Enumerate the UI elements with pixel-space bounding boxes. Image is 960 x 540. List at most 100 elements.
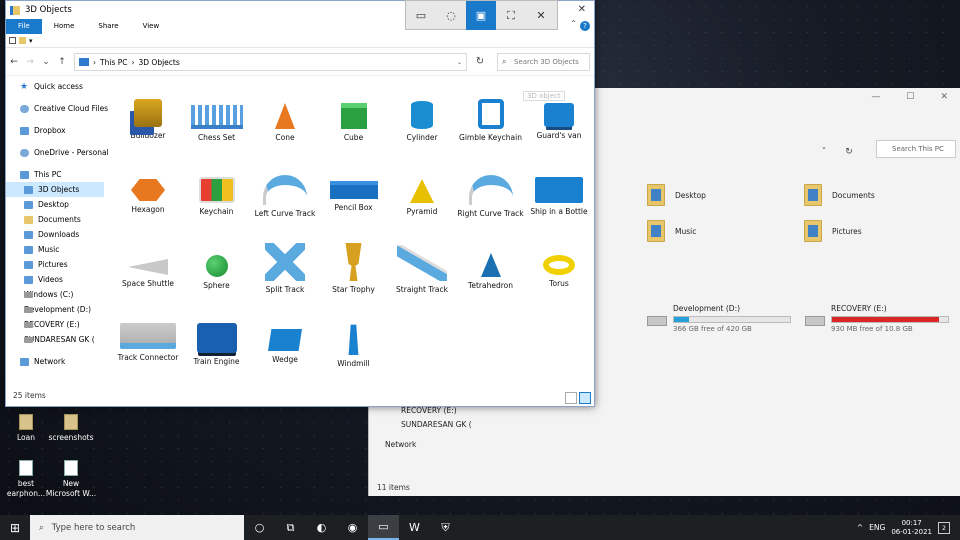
file-item[interactable]: Left Curve Track: [251, 165, 319, 218]
word-icon[interactable]: W: [399, 515, 430, 540]
up-button[interactable]: ↑: [54, 57, 70, 67]
cortana-icon[interactable]: ○: [244, 515, 275, 540]
desktop-icon-screenshots[interactable]: screenshots: [45, 414, 97, 443]
sidebar-item-downloads[interactable]: Downloads: [6, 227, 104, 242]
file-item[interactable]: Cone: [251, 91, 319, 142]
desktop-icon-document[interactable]: New Microsoft W...: [45, 460, 97, 499]
close-icon[interactable]: ✕: [526, 1, 556, 30]
sidebar-item-documents[interactable]: Documents: [6, 212, 104, 227]
file-item[interactable]: Space Shuttle: [114, 239, 182, 288]
breadcrumb-this-pc[interactable]: This PC: [100, 58, 127, 67]
file-item[interactable]: Keychain: [183, 165, 251, 216]
folder-music[interactable]: Music: [647, 220, 696, 242]
sidebar-item-desktop[interactable]: Desktop: [6, 197, 104, 212]
sidebar-item-this-pc[interactable]: This PC: [6, 167, 104, 182]
recent-locations-button[interactable]: ⌄: [38, 57, 54, 67]
sidebar-item-quick-access[interactable]: ★ Quick access: [6, 79, 104, 94]
taskbar-search[interactable]: ⌕ Type here to search: [30, 515, 244, 540]
breadcrumb-separator[interactable]: ›: [93, 58, 96, 67]
file-item[interactable]: Split Track: [251, 239, 319, 294]
window-snip-icon[interactable]: ▣: [466, 1, 496, 30]
refresh-button[interactable]: ↻: [470, 53, 490, 71]
tray-overflow-icon[interactable]: ^: [857, 523, 863, 532]
sidebar-item-dropbox[interactable]: Dropbox: [6, 123, 104, 138]
tab-file[interactable]: File: [6, 19, 42, 34]
details-view-button[interactable]: [565, 392, 577, 404]
recent-locations-button[interactable]: ⌄: [821, 143, 827, 151]
close-button[interactable]: ✕: [940, 92, 948, 108]
file-explorer-icon[interactable]: ▭: [368, 515, 399, 540]
start-button[interactable]: ⊞: [0, 515, 30, 540]
new-folder-icon[interactable]: [19, 37, 26, 44]
search-input[interactable]: Search This PC: [876, 140, 956, 158]
task-view-icon[interactable]: ⧉: [275, 515, 306, 540]
large-icons-view-button[interactable]: [579, 392, 591, 404]
notification-icon[interactable]: 2: [938, 521, 950, 534]
file-item[interactable]: Track Connector: [114, 313, 182, 362]
drive-development[interactable]: Development (D:) 366 GB free of 420 GB: [647, 304, 791, 333]
tab-view[interactable]: View: [131, 19, 172, 34]
file-item[interactable]: Sphere: [183, 239, 251, 290]
file-item[interactable]: Hexagon: [114, 165, 182, 214]
customize-toolbar-icon[interactable]: ▾: [29, 37, 33, 45]
minimize-button[interactable]: —: [871, 92, 880, 108]
address-dropdown-icon[interactable]: ⌄: [457, 59, 462, 66]
file-item[interactable]: Wedge: [251, 313, 319, 364]
sidebar-item-onedrive-personal[interactable]: OneDrive - Personal: [6, 145, 109, 160]
ribbon-collapse-icon[interactable]: ⌃: [570, 19, 577, 28]
nav-item-recovery[interactable]: RECOVERY (E:): [401, 406, 457, 415]
forward-button[interactable]: →: [22, 57, 38, 67]
sidebar-item-videos[interactable]: Videos: [6, 272, 104, 287]
sidebar-item-network[interactable]: Network: [6, 354, 104, 369]
sidebar-item-music[interactable]: Music: [6, 242, 104, 257]
file-item[interactable]: Straight Track: [388, 239, 456, 294]
firefox-icon[interactable]: ◐: [306, 515, 337, 540]
clock[interactable]: 00:17 06-01-2021: [891, 519, 932, 537]
language-indicator[interactable]: ENG: [869, 523, 885, 532]
help-icon[interactable]: ?: [580, 21, 590, 31]
file-item[interactable]: Bulldozer: [114, 91, 182, 140]
nav-item-network[interactable]: Network: [385, 440, 416, 449]
folder-desktop[interactable]: Desktop: [647, 184, 706, 206]
file-item[interactable]: Cylinder: [388, 91, 456, 142]
maximize-button[interactable]: ☐: [906, 92, 914, 108]
chrome-icon[interactable]: ◉: [337, 515, 368, 540]
file-item[interactable]: Right Curve Track: [457, 165, 525, 218]
sidebar-item-sundaresan-gk[interactable]: SUNDARESAN GK (: [6, 332, 104, 347]
sidebar-item-creative-cloud-files[interactable]: Creative Cloud Files: [6, 101, 108, 116]
file-item[interactable]: Cube: [320, 91, 388, 142]
security-icon[interactable]: ⛨: [430, 515, 461, 540]
file-item[interactable]: Train Engine: [183, 313, 251, 366]
nav-item-usb[interactable]: SUNDARESAN GK (: [401, 420, 472, 429]
file-item[interactable]: Ship in a Bottle: [525, 165, 593, 216]
freeform-snip-icon[interactable]: ◌: [436, 1, 466, 30]
tab-share[interactable]: Share: [86, 19, 130, 34]
properties-icon[interactable]: [9, 37, 16, 44]
refresh-button[interactable]: ↻: [839, 143, 859, 161]
file-item[interactable]: Gimble Keychain: [457, 91, 525, 142]
sidebar-item-pictures[interactable]: Pictures: [6, 257, 104, 272]
sidebar-item-3d-objects[interactable]: 3D Objects: [6, 182, 104, 197]
breadcrumb-separator[interactable]: ›: [131, 58, 134, 67]
file-item[interactable]: Tetrahedron: [457, 239, 525, 290]
folder-documents[interactable]: Documents: [804, 184, 875, 206]
tab-home[interactable]: Home: [42, 19, 87, 34]
address-bar[interactable]: › This PC › 3D Objects ⌄: [74, 53, 467, 71]
sidebar-item-development-d[interactable]: Development (D:): [6, 302, 104, 317]
close-button[interactable]: ✕: [578, 4, 586, 15]
folder-pictures[interactable]: Pictures: [804, 220, 862, 242]
back-button[interactable]: ←: [6, 57, 22, 67]
file-item[interactable]: Windmill: [320, 313, 388, 368]
sidebar-item-recovery-e[interactable]: RECOVERY (E:): [6, 317, 104, 332]
explorer-window[interactable]: 3D Objects ✕ File Home Share View ⌃ ? ▾ …: [5, 0, 595, 407]
file-item[interactable]: Pyramid: [388, 165, 456, 216]
file-item[interactable]: Pencil Box: [320, 165, 388, 212]
search-input[interactable]: ⌕ Search 3D Objects: [497, 53, 590, 71]
breadcrumb-3d-objects[interactable]: 3D Objects: [138, 58, 179, 67]
file-item[interactable]: Chess Set: [183, 91, 251, 142]
fullscreen-snip-icon[interactable]: ⛶: [496, 1, 526, 30]
drive-recovery[interactable]: RECOVERY (E:) 930 MB free of 10.8 GB: [805, 304, 949, 333]
file-item[interactable]: Torus: [525, 239, 593, 288]
file-item[interactable]: Star Trophy: [320, 239, 388, 294]
sidebar-item-windows-c[interactable]: Windows (C:): [6, 287, 104, 302]
